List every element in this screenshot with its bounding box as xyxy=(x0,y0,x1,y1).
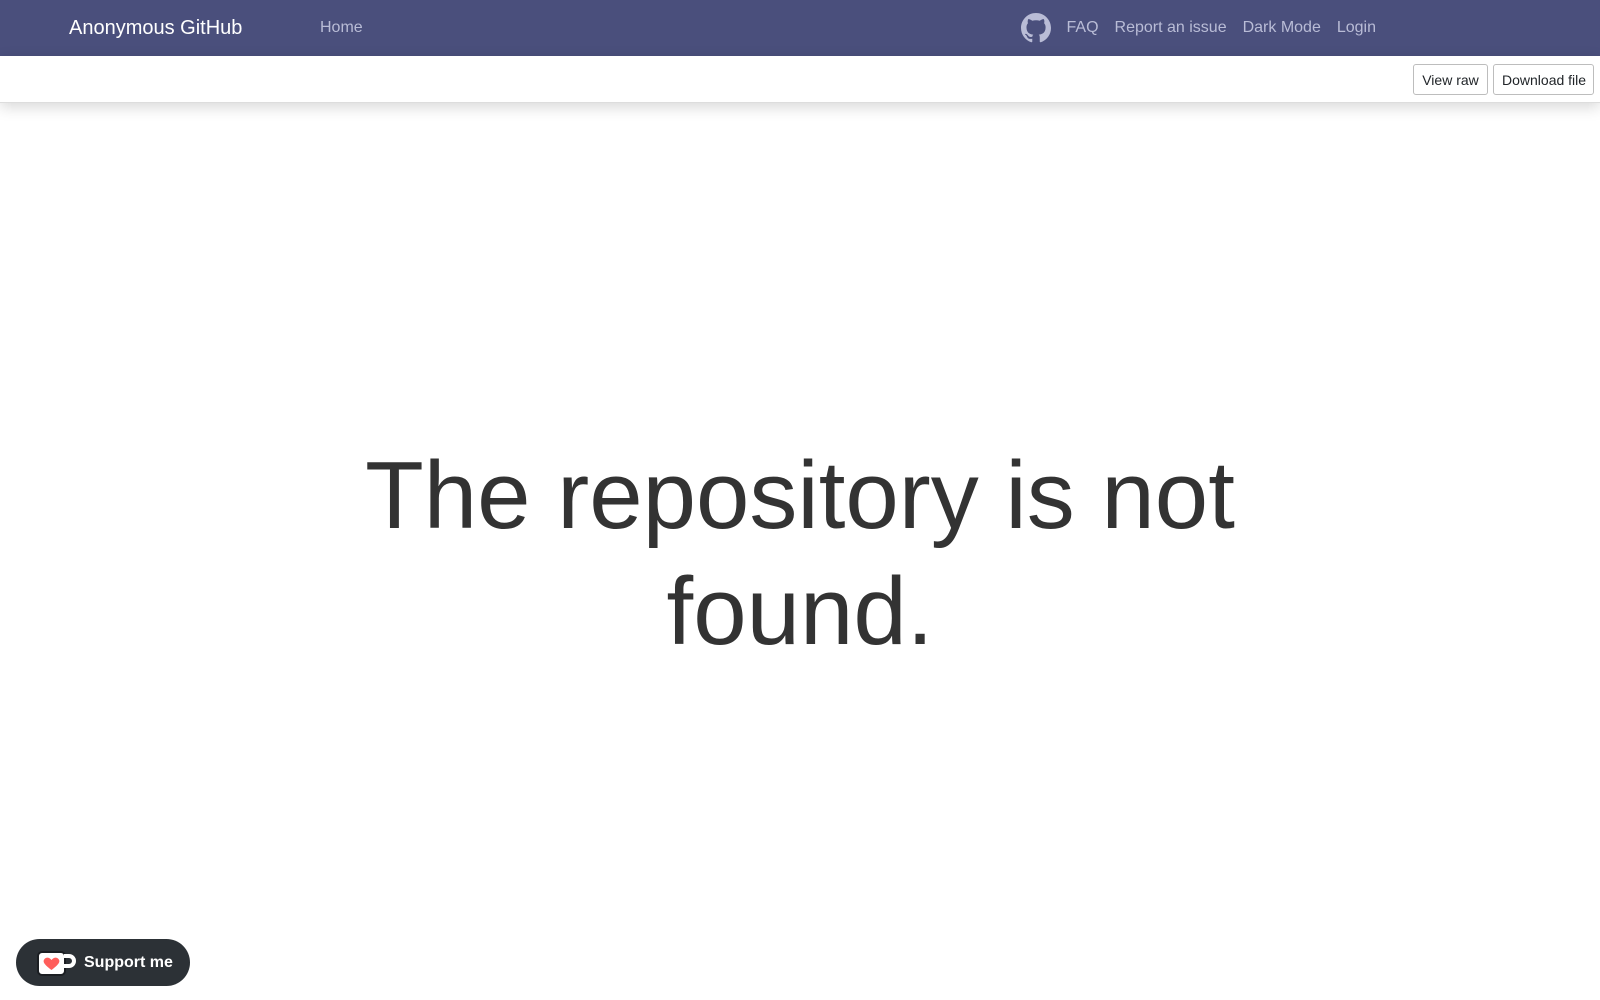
file-toolbar: View raw Download file xyxy=(0,56,1600,103)
nav-faq-link[interactable]: FAQ xyxy=(1067,18,1099,38)
nav-dark-mode-toggle[interactable]: Dark Mode xyxy=(1243,18,1321,38)
support-me-label: Support me xyxy=(84,953,173,971)
kofi-cup-icon xyxy=(36,949,76,977)
brand-link[interactable]: Anonymous GitHub xyxy=(69,16,242,40)
nav-home-link[interactable]: Home xyxy=(320,18,363,38)
top-navbar: Anonymous GitHub Home FAQ Report an issu… xyxy=(0,0,1600,56)
nav-report-issue-link[interactable]: Report an issue xyxy=(1115,18,1227,38)
nav-login-link[interactable]: Login xyxy=(1337,18,1376,38)
not-found-message: The repository is not found. xyxy=(365,442,1235,665)
support-me-button[interactable]: Support me xyxy=(16,939,190,986)
view-raw-button[interactable]: View raw xyxy=(1413,64,1488,95)
github-icon[interactable] xyxy=(1020,13,1051,43)
download-file-button[interactable]: Download file xyxy=(1493,64,1594,95)
nav-right-menu: FAQ Report an issue Dark Mode Login xyxy=(1020,12,1376,44)
